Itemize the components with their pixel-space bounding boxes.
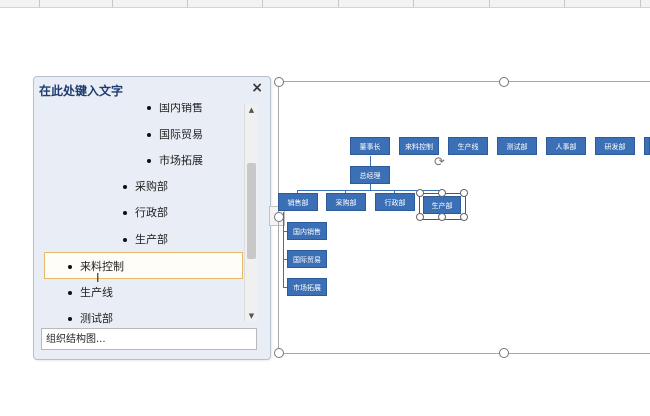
column-separator (262, 0, 263, 7)
org-box[interactable]: 人事部 (546, 137, 586, 155)
resize-handle[interactable] (460, 189, 468, 197)
list-item-label: 生产部 (135, 233, 168, 246)
org-box[interactable]: 市场拓展 (287, 278, 327, 296)
org-box[interactable]: 行政部 (375, 193, 415, 211)
list-item[interactable]: 国际贸易 (147, 123, 203, 147)
list-item-label: 测试部 (80, 312, 113, 325)
resize-handle[interactable] (416, 213, 424, 221)
pane-title: 在此处键入文字 (39, 84, 124, 98)
scrollbar[interactable]: ▲ ▼ (244, 104, 258, 322)
text-list[interactable]: 国内销售 国际贸易 市场拓展 采购部 行政部 生产部 来料控制 生产线 测试部 … (41, 103, 258, 400)
list-item[interactable]: 行政部 (123, 201, 168, 225)
scrollbar-thumb[interactable] (247, 163, 256, 259)
list-item[interactable]: 国内销售 (147, 103, 203, 120)
list-item-label: 生产线 (80, 286, 113, 299)
text-cursor-icon: I (96, 271, 100, 285)
list-item[interactable]: 生产线 (68, 281, 113, 305)
resize-handle[interactable] (499, 77, 509, 87)
list-item-label: 行政部 (135, 206, 168, 219)
resize-handle[interactable] (438, 213, 446, 221)
org-box[interactable]: 采购部 (326, 193, 366, 211)
scroll-up-icon[interactable]: ▲ (245, 104, 258, 116)
column-separator (112, 0, 113, 7)
bullet-icon (68, 317, 72, 321)
column-separator (39, 0, 40, 7)
scroll-down-icon[interactable]: ▼ (245, 310, 258, 322)
resize-handle[interactable] (274, 77, 284, 87)
org-box-partial[interactable] (644, 137, 650, 155)
close-icon[interactable]: × (251, 80, 263, 96)
org-box[interactable]: 测试部 (497, 137, 537, 155)
bullet-icon (123, 185, 127, 189)
column-separator (187, 0, 188, 7)
bullet-icon (123, 211, 127, 215)
org-box[interactable]: 来料控制 (399, 137, 439, 155)
org-box[interactable]: 销售部 (278, 193, 318, 211)
list-item-label: 来料控制 (80, 260, 124, 273)
list-item[interactable]: 采购部 (123, 175, 168, 199)
bullet-icon (68, 291, 72, 295)
column-separator (640, 0, 641, 7)
resize-handle[interactable] (438, 189, 446, 197)
org-box[interactable]: 国内销售 (287, 222, 327, 240)
resize-handle[interactable] (499, 348, 509, 358)
list-item-label: 国内销售 (159, 103, 203, 114)
smartart-text-pane: 在此处键入文字 × 国内销售 国际贸易 市场拓展 采购部 行政部 生产部 来料控… (33, 76, 271, 360)
bullet-icon (147, 159, 151, 163)
org-box-manager[interactable]: 总经理 (350, 166, 390, 184)
org-box[interactable]: 生产线 (448, 137, 488, 155)
bullet-icon (68, 265, 72, 269)
resize-handle[interactable] (460, 213, 468, 221)
bullet-icon (123, 238, 127, 242)
resize-handle[interactable] (416, 189, 424, 197)
list-item[interactable]: 生产部 (123, 228, 168, 252)
list-item-label: 市场拓展 (159, 154, 203, 167)
rotate-handle-icon[interactable]: ⟳ (434, 155, 445, 170)
connector-line (283, 212, 284, 288)
resize-handle[interactable] (274, 348, 284, 358)
column-separator (489, 0, 490, 7)
org-box[interactable]: 国际贸易 (287, 250, 327, 268)
list-item[interactable]: 市场拓展 (147, 149, 203, 173)
list-item-label: 国际贸易 (159, 128, 203, 141)
org-box[interactable]: 董事长 (350, 137, 390, 155)
spreadsheet-column-header (0, 0, 650, 8)
list-item-label: 采购部 (135, 180, 168, 193)
column-separator (413, 0, 414, 7)
bullet-icon (147, 133, 151, 137)
column-separator (564, 0, 565, 7)
column-separator (338, 0, 339, 7)
org-box[interactable]: 研发部 (595, 137, 635, 155)
organization-chart-link[interactable]: 组织结构图... (41, 328, 257, 350)
bullet-icon (147, 106, 151, 110)
